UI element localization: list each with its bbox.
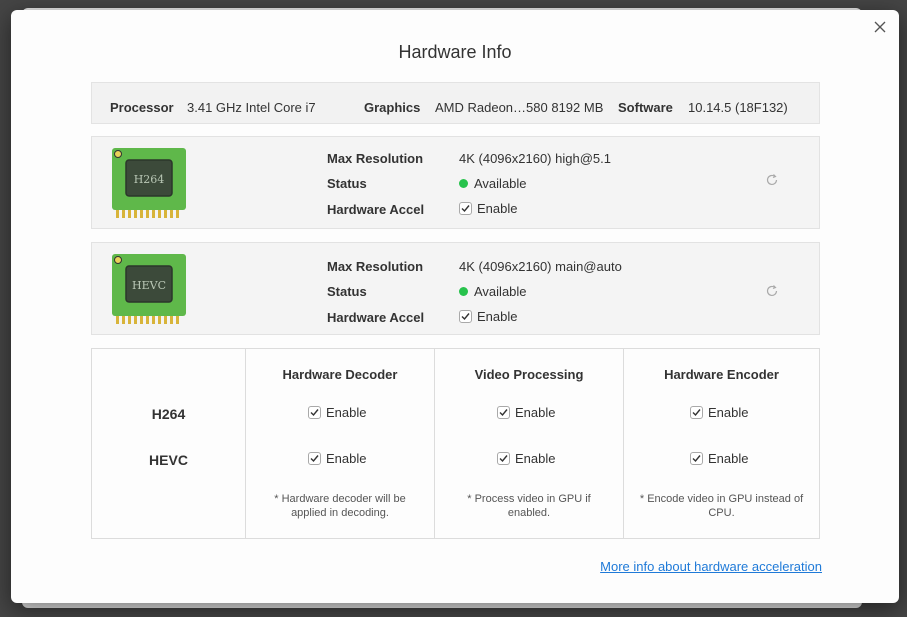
- max-resolution-value: 4K (4096x2160) main@auto: [459, 259, 622, 274]
- checkbox[interactable]: [690, 406, 703, 420]
- refresh-icon[interactable]: [765, 284, 779, 298]
- checkbox[interactable]: [690, 452, 703, 466]
- status-value: Available: [474, 284, 527, 299]
- chip-label: H264: [134, 173, 165, 186]
- checkmark-icon: [461, 313, 470, 321]
- software-label: Software: [618, 100, 673, 115]
- checkmark-icon: [692, 455, 701, 463]
- max-resolution-label: Max Resolution: [327, 259, 424, 274]
- column-header: Hardware Encoder: [664, 367, 779, 382]
- processing-h264-checkbox[interactable]: Enable: [497, 405, 555, 420]
- checkmark-icon: [310, 409, 319, 417]
- checkbox[interactable]: [308, 452, 321, 466]
- row-names-column: H264 HEVC: [91, 348, 246, 539]
- processor-value: 3.41 GHz Intel Core i7: [187, 100, 316, 115]
- status-value-row: Available: [459, 284, 527, 299]
- checkbox[interactable]: [308, 406, 321, 420]
- capability-matrix: H264 HEVC Hardware Decoder Enable Enable…: [91, 348, 820, 539]
- checkmark-icon: [310, 455, 319, 463]
- checkbox[interactable]: [497, 452, 510, 466]
- hardware-accel-checkbox[interactable]: Enable: [459, 201, 517, 216]
- codec-card-h264: H264 Max Resolution 4K (4096x2160) high@…: [91, 136, 820, 229]
- checkbox[interactable]: [459, 202, 472, 216]
- chip-label: HEVC: [132, 279, 166, 292]
- decoder-hevc-checkbox[interactable]: Enable: [308, 451, 366, 466]
- checkbox-label: Enable: [477, 309, 518, 324]
- processing-hevc-checkbox[interactable]: Enable: [497, 451, 555, 466]
- checkbox[interactable]: [459, 310, 472, 324]
- encoder-hevc-checkbox[interactable]: Enable: [690, 451, 748, 466]
- checkbox-label: Enable: [515, 405, 556, 420]
- checkbox-label: Enable: [477, 201, 518, 216]
- column-video-processing: Video Processing Enable Enable * Process…: [434, 348, 624, 539]
- max-resolution-value: 4K (4096x2160) high@5.1: [459, 151, 611, 166]
- chip-icon: H264: [112, 148, 186, 218]
- dialog-title: Hardware Info: [398, 42, 512, 62]
- close-icon: [874, 21, 886, 33]
- processor-label: Processor: [110, 100, 174, 115]
- graphics-value: AMD Radeon…580 8192 MB: [435, 100, 604, 115]
- encoder-note: * Encode video in GPU instead of CPU.: [639, 493, 804, 519]
- checkmark-icon: [692, 409, 701, 417]
- status-value: Available: [474, 176, 527, 191]
- status-dot-icon: [459, 179, 468, 189]
- refresh-icon[interactable]: [765, 173, 779, 187]
- hardware-accel-label: Hardware Accel: [327, 310, 425, 325]
- row-name-hevc: HEVC: [149, 452, 188, 468]
- column-header: Video Processing: [474, 367, 584, 382]
- checkbox-label: Enable: [515, 451, 556, 466]
- codec-card-hevc: HEVC Max Resolution 4K (4096x2160) main@…: [91, 242, 820, 335]
- graphics-label: Graphics: [364, 100, 421, 115]
- close-button[interactable]: [869, 16, 891, 38]
- status-value-row: Available: [459, 176, 527, 191]
- checkbox-label: Enable: [326, 405, 367, 420]
- column-hardware-encoder: Hardware Encoder Enable Enable * Encode …: [623, 348, 820, 539]
- hardware-accel-label: Hardware Accel: [327, 202, 425, 217]
- checkbox[interactable]: [497, 406, 510, 420]
- checkbox-label: Enable: [326, 451, 367, 466]
- checkbox-label: Enable: [708, 451, 749, 466]
- processing-note: * Process video in GPU if enabled.: [467, 493, 591, 519]
- decoder-h264-checkbox[interactable]: Enable: [308, 405, 366, 420]
- software-value: 10.14.5 (18F132): [688, 100, 788, 115]
- encoder-h264-checkbox[interactable]: Enable: [690, 405, 748, 420]
- status-label: Status: [327, 176, 367, 191]
- hardware-accel-checkbox[interactable]: Enable: [459, 309, 517, 324]
- column-header: Hardware Decoder: [282, 367, 398, 382]
- status-label: Status: [327, 284, 367, 299]
- status-dot-icon: [459, 287, 468, 297]
- column-hardware-decoder: Hardware Decoder Enable Enable * Hardwar…: [245, 348, 435, 539]
- system-info-bar: Processor 3.41 GHz Intel Core i7 Graphic…: [91, 82, 820, 124]
- checkbox-label: Enable: [708, 405, 749, 420]
- checkmark-icon: [499, 409, 508, 417]
- more-info-link[interactable]: More info about hardware acceleration: [600, 559, 822, 574]
- row-name-h264: H264: [151, 406, 186, 422]
- chip-icon: HEVC: [112, 254, 186, 324]
- hardware-info-dialog: Hardware Info Processor 3.41 GHz Intel C…: [11, 10, 899, 603]
- decoder-note: * Hardware decoder will be applied in de…: [274, 493, 406, 519]
- checkmark-icon: [461, 205, 470, 213]
- checkmark-icon: [499, 455, 508, 463]
- max-resolution-label: Max Resolution: [327, 151, 424, 166]
